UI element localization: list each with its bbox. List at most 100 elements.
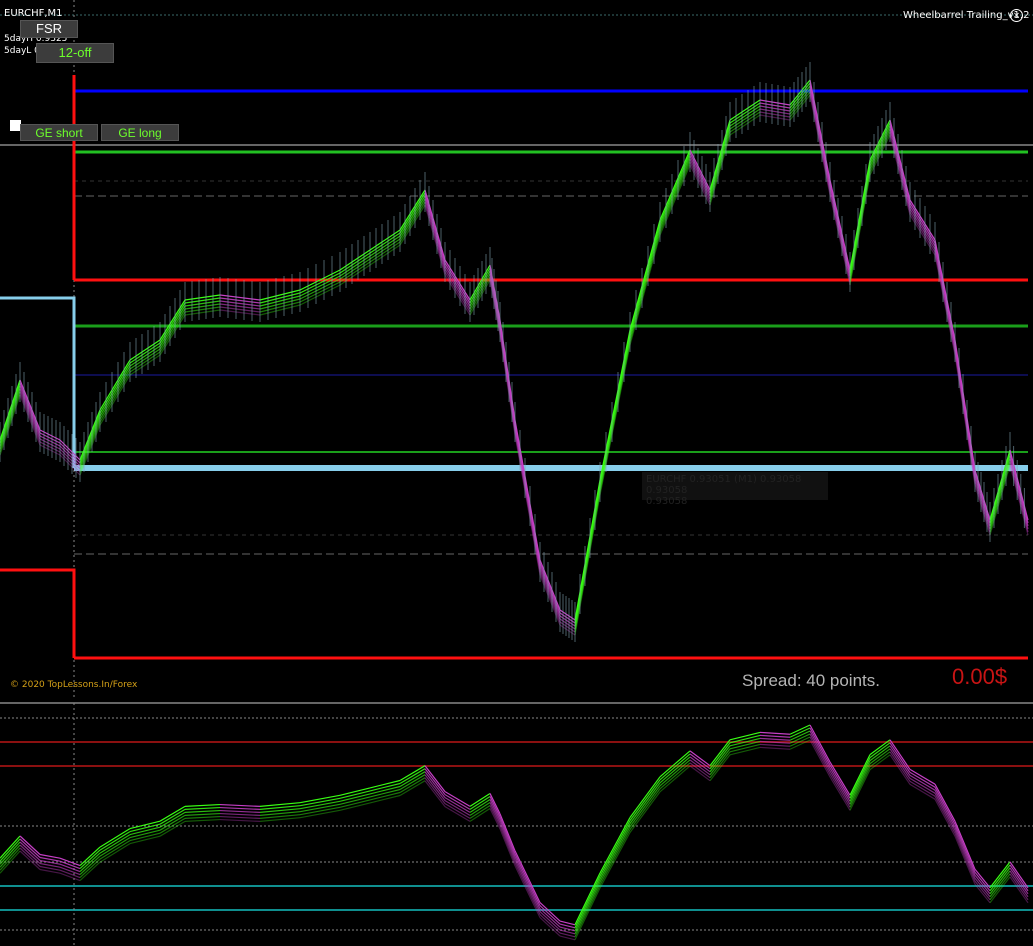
sub-ribbon-segment	[499, 822, 516, 861]
sub-ribbon-segment	[399, 771, 426, 788]
sub-ribbon-segment	[759, 746, 791, 750]
sub-ribbon-segment	[444, 800, 471, 816]
sub-ribbon-segment	[184, 803, 221, 807]
sub-ribbon-segment	[219, 818, 261, 822]
sub-ribbon-segment	[399, 777, 426, 794]
ge-short-button[interactable]: GE short	[20, 124, 98, 141]
tooltip-line-2: 0.93058	[646, 496, 688, 507]
sub-ribbon-segment	[159, 805, 186, 822]
sub-ribbon-segment	[889, 742, 911, 773]
sub-ribbon-segment	[689, 756, 711, 773]
sub-ribbon-segment	[599, 832, 631, 889]
sub-ribbon-segment	[759, 737, 791, 741]
sub-ribbon-segment	[184, 809, 221, 813]
sub-ribbon-segment	[444, 791, 471, 807]
profit-label: 0.00$	[952, 664, 1008, 689]
sub-ribbon-segment	[159, 808, 186, 825]
sub-ribbon-segment	[399, 774, 426, 791]
sub-ribbon-segment	[934, 792, 956, 831]
sub-ribbon-segment	[909, 777, 936, 794]
sub-ribbon-segment	[219, 815, 261, 819]
sub-ribbon-segment	[0, 838, 21, 862]
sub-ribbon-segment	[159, 820, 186, 837]
sub-ribbon-segment	[444, 803, 471, 819]
sub-ribbon-segment	[399, 780, 426, 797]
sub-ribbon-segment	[514, 856, 541, 909]
sub-ribbon-segment	[599, 829, 631, 886]
crosshair-tooltip: EURCHF 0.93051 (M1) 0.93058 0.93058 0.93…	[642, 472, 828, 507]
sub-ribbon-segment	[514, 850, 541, 903]
sub-ribbon-segment	[219, 812, 261, 816]
sub-ribbon-segment	[574, 887, 601, 941]
sub-ribbon-segment	[954, 832, 976, 882]
sub-ribbon-segment	[889, 748, 911, 779]
sub-ribbon-segment	[184, 812, 221, 816]
sub-ribbon-segment	[444, 794, 471, 810]
sub-ribbon-segment	[869, 754, 891, 771]
close-indicator-icon[interactable]: ✕	[1010, 9, 1023, 22]
sub-ribbon-segment	[909, 771, 936, 788]
spread-label: Spread: 40 points.	[742, 671, 880, 690]
sub-ribbon-segment	[909, 783, 936, 800]
sub-ribbon-segment	[159, 811, 186, 828]
sub-ribbon-segment	[909, 768, 936, 785]
sub-ribbon-segment	[599, 823, 631, 880]
indicator-subwindow[interactable]	[0, 0, 1033, 946]
sub-ribbon-segment	[0, 844, 21, 868]
sub-ribbon-segment	[219, 809, 261, 813]
sub-ribbon-segment	[0, 847, 21, 871]
fsr-button[interactable]: FSR	[20, 20, 78, 38]
sub-ribbon-segment	[574, 872, 601, 926]
sub-ribbon-segment	[829, 767, 851, 802]
sub-ribbon-segment	[809, 730, 831, 769]
sub-ribbon-segment	[889, 739, 911, 770]
sub-ribbon-segment	[599, 826, 631, 883]
sub-ribbon-segment	[399, 768, 426, 785]
sub-ribbon-segment	[629, 788, 661, 830]
sub-ribbon-segment	[444, 797, 471, 813]
copyright-label: © 2020 TopLessons.In/Forex	[10, 680, 138, 690]
sub-ribbon-segment	[909, 780, 936, 797]
symbol-timeframe-label: EURCHF,M1	[4, 8, 63, 19]
sub-ribbon-segment	[599, 820, 631, 877]
sub-ribbon-segment	[629, 779, 661, 821]
sub-ribbon-segment	[159, 814, 186, 831]
sub-ribbon-segment	[629, 782, 661, 824]
sub-ribbon-segment	[869, 748, 891, 765]
sub-ribbon-segment	[889, 745, 911, 776]
sub-ribbon-segment	[849, 763, 871, 805]
sub-ribbon-segment	[849, 757, 871, 799]
sub-ribbon-segment	[629, 785, 661, 827]
sub-ribbon-segment	[954, 829, 976, 879]
sub-ribbon-segment	[574, 875, 601, 929]
sub-ribbon-segment	[499, 819, 516, 858]
sub-ribbon-segment	[0, 841, 21, 865]
sub-ribbon-segment	[184, 818, 221, 822]
ge-long-button[interactable]: GE long	[101, 124, 179, 141]
sub-ribbon-segment	[954, 835, 976, 885]
sub-ribbon-segment	[689, 750, 711, 767]
sub-ribbon-segment	[219, 806, 261, 810]
tooltip-line-1: EURCHF 0.93051 (M1) 0.93058 0.93058	[646, 474, 802, 496]
sub-ribbon-segment	[689, 765, 711, 782]
sub-ribbon-segment	[184, 815, 221, 819]
off-toggle-button[interactable]: 12-off	[36, 43, 114, 63]
sub-ribbon-segment	[689, 759, 711, 776]
sub-ribbon-segment	[829, 770, 851, 805]
sub-ribbon-segment	[909, 774, 936, 791]
sub-ribbon-segment	[759, 743, 791, 747]
sub-ribbon-segment	[849, 766, 871, 808]
sub-ribbon-segment	[954, 826, 976, 876]
sub-ribbon-segment	[759, 731, 791, 735]
sub-ribbon-segment	[574, 881, 601, 935]
sub-ribbon-segment	[444, 806, 471, 822]
sub-ribbon-segment	[184, 806, 221, 810]
sub-ribbon-segment	[889, 754, 911, 785]
sub-ribbon-segment	[219, 803, 261, 807]
sub-ribbon-segment	[869, 742, 891, 759]
sub-ribbon-segment	[869, 751, 891, 768]
sub-ribbon-segment	[869, 745, 891, 762]
sub-ribbon-segment	[399, 765, 426, 782]
sub-ribbon-segment	[759, 734, 791, 738]
chart-window[interactable]: EURCHF,M1 5dayH 0.9325 5dayL 0.9284 Whee…	[0, 0, 1033, 946]
